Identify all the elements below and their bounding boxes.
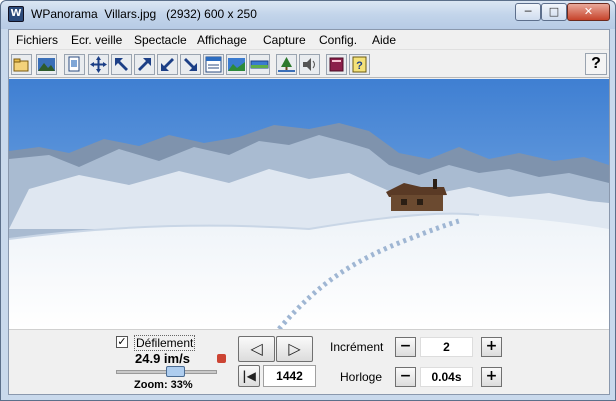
page-copy-icon xyxy=(68,56,80,72)
strip-button[interactable] xyxy=(249,54,270,75)
app-icon[interactable]: W xyxy=(8,6,24,22)
menu-capture[interactable]: Capture xyxy=(263,33,306,47)
tree-button[interactable] xyxy=(276,54,297,75)
check-icon: ✓ xyxy=(117,335,127,348)
calendar-button[interactable] xyxy=(203,54,224,75)
close-button[interactable]: ✕ xyxy=(567,3,610,21)
clock-plus-button[interactable]: + xyxy=(481,367,502,387)
scroll-downleft-button[interactable] xyxy=(157,54,178,75)
copy-button[interactable] xyxy=(64,54,85,75)
move-button[interactable] xyxy=(88,54,109,75)
menu-fichiers[interactable]: Fichiers xyxy=(16,33,58,47)
scroll-label[interactable]: Défilement xyxy=(134,335,196,351)
open-folder-icon xyxy=(13,58,29,72)
control-panel: ✓ Défilement 24.9 im/s Zoom: 33% ◁ ▷ |◀ … xyxy=(9,329,609,394)
speed-value: 24.9 im/s xyxy=(135,351,190,366)
help-page-icon: ? xyxy=(352,56,367,73)
arrow-downright-icon xyxy=(184,58,197,71)
speed-indicator-icon[interactable] xyxy=(217,354,226,363)
scroll-downright-button[interactable] xyxy=(180,54,201,75)
svg-text:?: ? xyxy=(356,60,363,72)
zoom-value: Zoom: 33% xyxy=(134,379,193,391)
help-button[interactable]: ? xyxy=(585,53,607,75)
fit-view-icon xyxy=(228,58,245,71)
sound-button[interactable] xyxy=(299,54,320,75)
scroll-checkbox[interactable]: ✓ xyxy=(116,336,128,348)
landscape-image-icon xyxy=(38,58,55,71)
close-icon: ✕ xyxy=(583,5,594,18)
increment-value[interactable]: 2 xyxy=(420,337,473,357)
menu-ecran-veille[interactable]: Ecr. veille xyxy=(71,33,122,47)
image-button[interactable] xyxy=(36,54,57,75)
zoom-slider-thumb[interactable] xyxy=(166,366,185,377)
minimize-button[interactable]: ─ xyxy=(515,3,541,21)
clock-value[interactable]: 0.04s xyxy=(420,367,473,387)
fit-button[interactable] xyxy=(226,54,247,75)
triangle-right-icon: ▷ xyxy=(288,339,301,358)
skip-first-icon: |◀ xyxy=(242,369,256,383)
frame-number: 1442 xyxy=(263,365,316,387)
app-window: W WPanorama Villars.jpg (2932) 600 x 250… xyxy=(0,0,616,401)
arrow-upleft-icon xyxy=(115,58,128,71)
triangle-left-icon: ◁ xyxy=(250,339,263,358)
first-frame-button[interactable]: |◀ xyxy=(238,365,260,387)
next-button[interactable]: ▷ xyxy=(276,336,313,362)
window-title: WPanorama Villars.jpg (2932) 600 x 250 xyxy=(31,7,257,21)
book-button[interactable] xyxy=(326,54,347,75)
tree-icon xyxy=(278,57,295,72)
title-bar[interactable]: W WPanorama Villars.jpg (2932) 600 x 250… xyxy=(1,1,615,29)
book-icon xyxy=(329,57,344,72)
menu-spectacle[interactable]: Spectacle xyxy=(134,33,187,47)
panorama-image[interactable] xyxy=(9,79,609,329)
calendar-view-icon xyxy=(205,56,222,73)
arrow-upright-icon xyxy=(138,58,151,71)
increment-minus-button[interactable]: − xyxy=(395,337,416,357)
clock-label: Horloge xyxy=(340,370,383,384)
arrow-downleft-icon xyxy=(161,58,174,71)
maximize-button[interactable]: □ xyxy=(541,3,567,21)
minimize-icon: ─ xyxy=(524,5,532,18)
panorama-strip-icon xyxy=(250,60,269,69)
open-button[interactable] xyxy=(11,54,32,75)
speaker-icon xyxy=(303,58,315,71)
panorama-view[interactable] xyxy=(9,79,609,329)
increment-label: Incrément xyxy=(330,340,384,354)
menu-aide[interactable]: Aide xyxy=(372,33,396,47)
scroll-upleft-button[interactable] xyxy=(111,54,132,75)
move-arrows-icon xyxy=(90,56,107,73)
previous-button[interactable]: ◁ xyxy=(238,336,275,362)
toolbar: ? ? xyxy=(9,51,609,78)
menu-affichage[interactable]: Affichage xyxy=(197,33,247,47)
client-area: Fichiers Ecr. veille Spectacle Affichage… xyxy=(8,29,610,395)
menu-bar: Fichiers Ecr. veille Spectacle Affichage… xyxy=(9,30,609,50)
scroll-upright-button[interactable] xyxy=(134,54,155,75)
increment-plus-button[interactable]: + xyxy=(481,337,502,357)
help-page-button[interactable]: ? xyxy=(349,54,370,75)
menu-config[interactable]: Config. xyxy=(319,33,357,47)
maximize-icon: □ xyxy=(548,5,560,18)
clock-minus-button[interactable]: − xyxy=(395,367,416,387)
